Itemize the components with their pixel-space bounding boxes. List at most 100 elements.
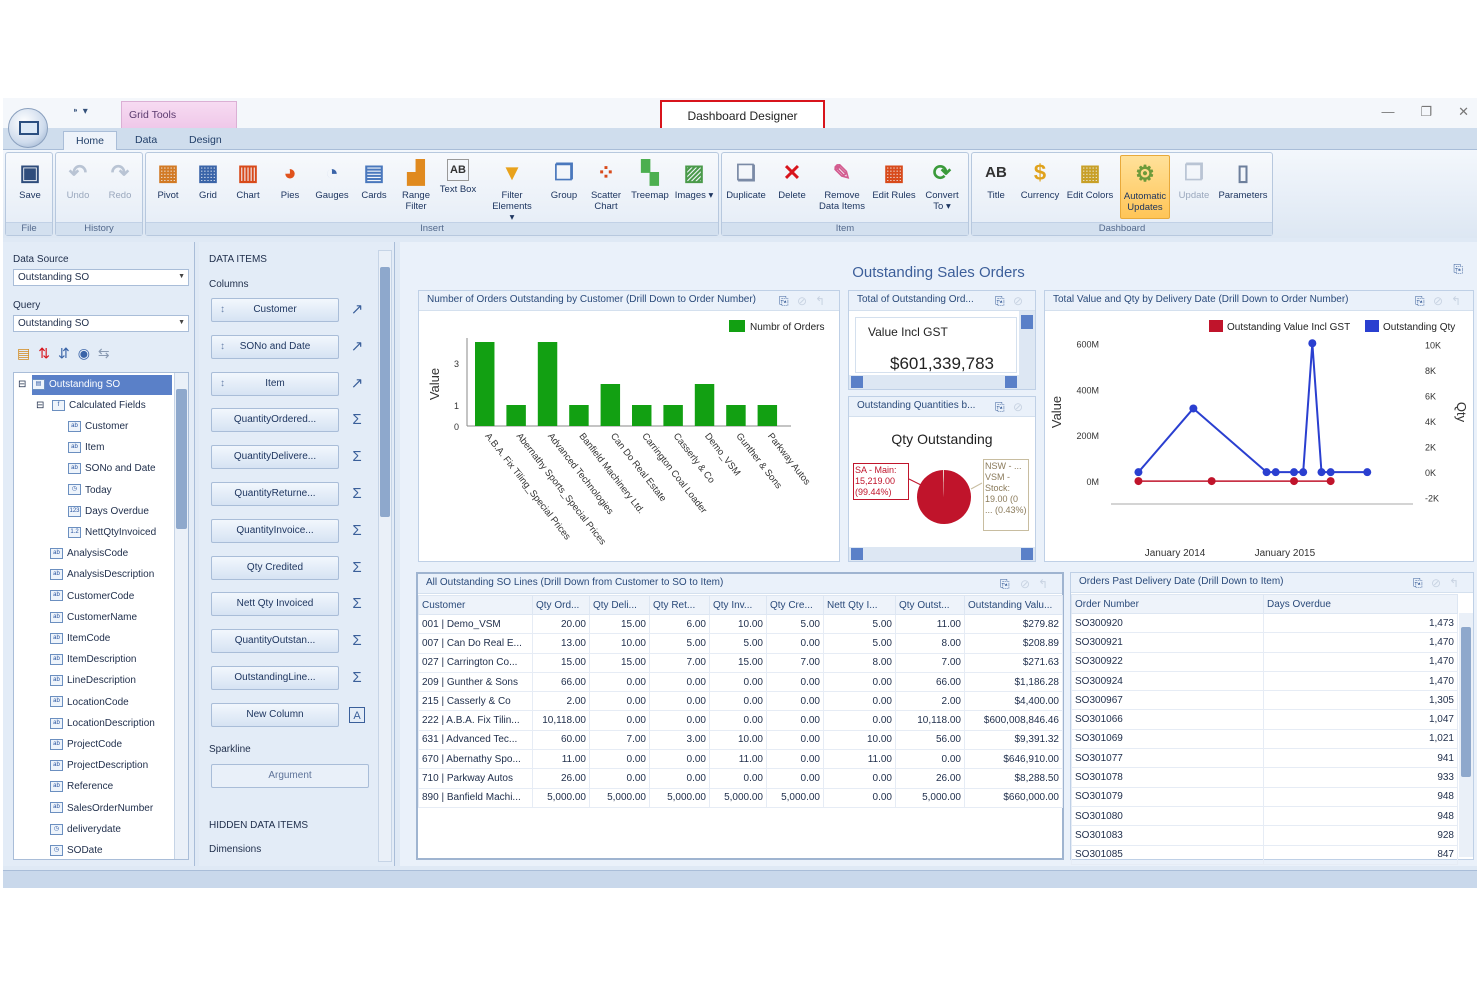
images-button[interactable]: ▨ Images ▾ (672, 155, 716, 219)
card-hscrollbar[interactable] (849, 375, 1035, 389)
column-header[interactable]: Qty Ord... (532, 595, 590, 615)
export-icon[interactable]: ⎘ (1000, 577, 1010, 592)
table-row[interactable]: SO301083 928 (1071, 825, 1458, 846)
table-row[interactable]: 209 | Gunther & Sons 66.00 0.00 0.00 0.00 0.0… (418, 671, 1063, 693)
delete-button[interactable]: ✕ Delete (770, 155, 814, 219)
aggregation-icon[interactable]: ↗ (349, 338, 365, 355)
tree-node-field[interactable]: ab ProjectCode (50, 735, 122, 755)
query-select[interactable]: Outstanding SO ▼ (13, 315, 189, 332)
line-chart[interactable]: 0M 200M 400M 600M -2K 0K 2K 4K 6K 8K 10K Value Qty Ja… (1045, 312, 1473, 562)
data-point[interactable] (1290, 468, 1299, 477)
aggregation-icon[interactable]: Σ (349, 522, 365, 539)
close-icon[interactable]: ✕ (1458, 104, 1469, 120)
minimize-icon[interactable]: — (1381, 104, 1394, 120)
aggregation-icon[interactable]: Σ (349, 449, 365, 465)
pies-button[interactable]: ◕ Pies (268, 155, 312, 219)
export-icon[interactable]: ⎘ (995, 294, 1005, 309)
scroll-left-icon[interactable] (851, 548, 863, 560)
edit-colors-button[interactable]: ▦ Edit Colors (1066, 155, 1114, 219)
scroll-right-icon[interactable] (1021, 548, 1033, 560)
update-button[interactable]: ❐ Update (1172, 155, 1216, 219)
data-point[interactable] (1134, 468, 1143, 477)
column-header[interactable]: Qty Inv... (709, 595, 767, 615)
bar[interactable] (569, 405, 589, 426)
aggregation-icon[interactable]: Σ (349, 670, 365, 686)
tree-node-field[interactable]: ab CustomerCode (50, 587, 134, 607)
undo-button[interactable]: ↶ Undo (56, 155, 100, 219)
convert-to-button[interactable]: ⟳ Convert To ▾ (920, 155, 964, 219)
tab-data[interactable]: Data (123, 131, 169, 150)
filter-elements-button[interactable]: ▼ Filter Elements ▾ (490, 155, 534, 223)
data-point[interactable] (1189, 404, 1198, 413)
cards-button[interactable]: ▤ Cards (352, 155, 396, 219)
data-items-scrollbar[interactable] (378, 250, 392, 862)
aggregation-icon[interactable]: ↗ (349, 302, 365, 318)
data-item-9[interactable]: QuantityOutstan... (211, 629, 339, 654)
card-panel[interactable]: Total of Outstanding Ord... ⎘ ⊘ Value In… (848, 290, 1036, 390)
tree-scrollbar[interactable] (174, 373, 188, 859)
argument-drop-target[interactable]: Argument (211, 764, 369, 788)
save-button[interactable]: ▣ Save (8, 155, 52, 219)
data-point[interactable] (1207, 477, 1216, 486)
table-row[interactable]: SO300921 1,470 (1071, 632, 1458, 653)
data-point[interactable] (1308, 339, 1317, 348)
data-point[interactable] (1134, 477, 1143, 486)
edit-rules-button[interactable]: ▦ Edit Rules (872, 155, 916, 219)
column-header[interactable]: Outstanding Valu... (964, 595, 1063, 615)
tree-node-field[interactable]: ab Reference (50, 777, 113, 797)
tree-node-outstanding-so[interactable]: ▤ Outstanding SO (32, 375, 172, 395)
tree-node-field[interactable]: ab AnalysisCode (50, 544, 128, 564)
automatic-updates-button[interactable]: ⚙ Automatic Updates (1120, 155, 1170, 219)
export-icon[interactable]: ⎘ (779, 294, 789, 309)
tree-node-field[interactable]: ab ProjectDescription (50, 756, 148, 776)
export-icon[interactable]: ⎘ (1415, 294, 1425, 309)
column-header[interactable]: Customer (418, 595, 533, 615)
tree-node-field[interactable]: ab CustomerName (50, 608, 137, 628)
table-row[interactable]: 710 | Parkway Autos 26.00 0.00 0.00 0.00 0.00… (418, 768, 1063, 789)
aggregation-icon[interactable]: Σ (349, 412, 365, 428)
aggregation-icon[interactable]: Σ (349, 486, 365, 502)
tree-node-field[interactable]: ◷ SODate (50, 841, 103, 859)
tree-node-field[interactable]: ab LocationCode (50, 693, 129, 713)
data-point[interactable] (1299, 468, 1308, 477)
export-icon[interactable]: ⎘ (1413, 576, 1423, 591)
bar[interactable] (475, 342, 495, 426)
table-row[interactable]: 670 | Abernathy Spo... 11.00 0.00 0.00 11.00… (418, 749, 1063, 770)
tree-node-field[interactable]: ab LocationDescription (50, 714, 155, 734)
column-header[interactable]: Qty Cre... (766, 595, 824, 615)
column-header[interactable]: Qty Ret... (649, 595, 710, 615)
tree-toggle[interactable]: ⊟ (36, 396, 44, 416)
column-header[interactable]: Order Number (1071, 594, 1264, 614)
data-item-0[interactable]: ↕ Customer (211, 298, 339, 322)
tree-node-field[interactable]: ab ItemDescription (50, 650, 136, 670)
tree-node-calculated-fields[interactable]: f Calculated Fields (52, 396, 146, 416)
data-point[interactable] (1326, 468, 1335, 477)
scrollbar-thumb[interactable] (380, 267, 390, 517)
table-row[interactable]: SO301080 948 (1071, 805, 1458, 827)
overdue-panel[interactable]: Orders Past Delivery Date (Drill Down to… (1070, 572, 1474, 865)
bar[interactable] (694, 384, 715, 426)
table-row[interactable]: SO300922 1,470 (1071, 651, 1458, 672)
gauges-button[interactable]: ◔ Gauges (310, 155, 354, 219)
aggregation-icon[interactable]: ↗ (349, 375, 365, 392)
treemap-button[interactable]: ▚ Treemap (628, 155, 672, 219)
tree-node-field[interactable]: ◷ deliverydate (50, 820, 121, 840)
table-row[interactable]: SO301077 941 (1071, 748, 1458, 769)
duplicate-button[interactable]: ❏ Duplicate (724, 155, 768, 219)
column-header[interactable]: Nett Qty I... (823, 595, 896, 615)
data-item-5[interactable]: QuantityReturne... (211, 482, 339, 506)
scrollbar-thumb[interactable] (1021, 315, 1033, 329)
data-point[interactable] (1326, 477, 1335, 486)
table-row[interactable]: 631 | Advanced Tec... 60.00 7.00 3.00 10.00 0… (418, 729, 1063, 751)
tree-node-field[interactable]: ◷ Today (68, 481, 112, 501)
bar[interactable] (726, 405, 746, 426)
line-chart-panel[interactable]: Total Value and Qty by Delivery Date (Dr… (1044, 290, 1474, 562)
tree-node-field[interactable]: 1.2 NettQtyInvoiced (68, 523, 156, 543)
aggregation-icon[interactable]: Σ (349, 633, 365, 649)
data-point[interactable] (1271, 468, 1280, 477)
data-source-select[interactable]: Outstanding SO ▼ (13, 269, 189, 286)
table-row[interactable]: 215 | Casserly & Co 2.00 0.00 0.00 0.00 0.00 0… (418, 691, 1063, 712)
tree-node-field[interactable]: ab LineDescription (50, 671, 136, 691)
data-item-11[interactable]: New Column (211, 702, 339, 727)
table-row[interactable]: SO300924 1,470 (1071, 670, 1458, 692)
